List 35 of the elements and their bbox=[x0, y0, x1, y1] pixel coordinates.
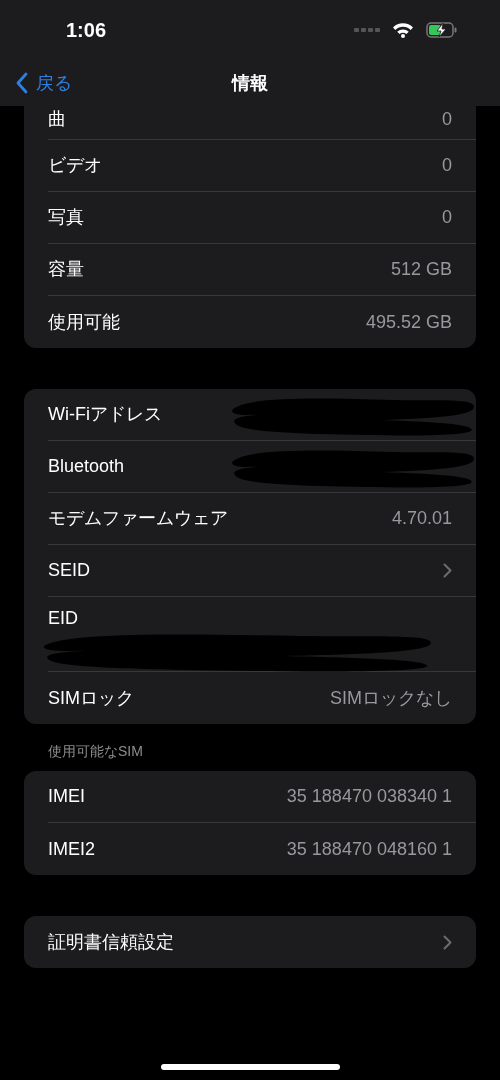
status-time: 1:06 bbox=[66, 18, 107, 43]
row-label: 容量 bbox=[48, 258, 84, 281]
row-label: Wi-Fiアドレス bbox=[48, 403, 162, 426]
row-value: 0 bbox=[442, 206, 452, 229]
row-label: モデムファームウェア bbox=[48, 507, 228, 530]
signal-dots-icon bbox=[354, 28, 380, 32]
section-header: 使用可能なSIM bbox=[47, 742, 144, 761]
row-label: 写真 bbox=[48, 206, 84, 229]
settings-row[interactable]: 証明書信頼設定 bbox=[48, 916, 476, 968]
row-label: IMEI bbox=[48, 785, 85, 808]
row-label: 曲 bbox=[48, 108, 66, 131]
row-value: 4.70.01 bbox=[391, 507, 452, 530]
row-value: 35 188470 038340 1 bbox=[286, 785, 452, 808]
row-label: 使用可能 bbox=[48, 310, 120, 334]
chevron-right-icon bbox=[443, 563, 452, 578]
back-chevron-icon bbox=[16, 72, 28, 94]
row-value: 495.52 GB bbox=[365, 310, 452, 334]
row-value: 0 bbox=[442, 108, 452, 131]
row-value: 512 GB bbox=[390, 258, 452, 281]
row-label: SIMロック bbox=[48, 686, 134, 710]
wifi-icon bbox=[392, 22, 414, 38]
row-label: ビデオ bbox=[48, 154, 102, 177]
screen-title: 情報 bbox=[232, 71, 268, 95]
row-value: 0 bbox=[442, 154, 452, 177]
row-value: 35 188470 048160 1 bbox=[286, 837, 452, 861]
settings-row[interactable]: SEID bbox=[48, 545, 476, 597]
row-label: IMEI2 bbox=[48, 837, 95, 861]
back-button[interactable]: 戻る bbox=[0, 69, 72, 97]
row-label: SEID bbox=[48, 559, 90, 582]
battery-charging-icon bbox=[426, 22, 458, 38]
row-label: Bluetooth bbox=[48, 455, 125, 478]
row-label: 証明書信頼設定 bbox=[48, 930, 174, 954]
chevron-right-icon bbox=[443, 934, 452, 950]
row-value: SIMロックなし bbox=[330, 686, 452, 710]
row-label: EID bbox=[48, 607, 79, 630]
